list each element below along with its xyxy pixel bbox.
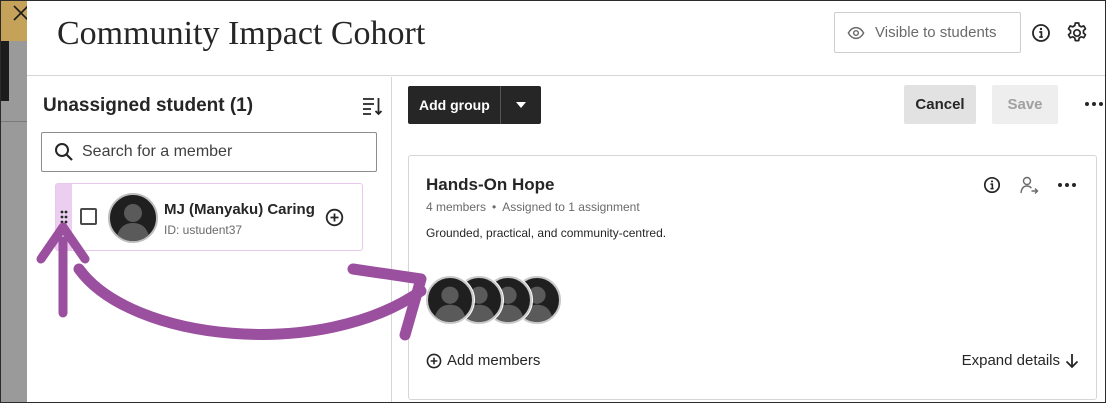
avatar: [426, 276, 474, 324]
member-search[interactable]: [41, 132, 377, 172]
settings-button[interactable]: [1065, 21, 1089, 45]
info-button[interactable]: [1029, 21, 1053, 45]
plus-circle-icon: [325, 208, 344, 227]
groups-column: Add group Cancel Save Hands-On Hope 4 me…: [393, 77, 1105, 402]
more-horizontal-icon: [1058, 183, 1076, 187]
expand-details-label: Expand details: [961, 352, 1060, 369]
panel-header: Community Impact Cohort Visible to stude…: [27, 1, 1105, 76]
background-app-strip: [1, 1, 27, 402]
add-members-button[interactable]: Add members: [426, 352, 540, 369]
add-group-split-button: Add group: [408, 86, 541, 124]
info-icon: [983, 176, 1001, 194]
group-card: Hands-On Hope 4 members • Assigned to 1 as…: [408, 155, 1097, 400]
cancel-button[interactable]: Cancel: [904, 85, 976, 124]
person-silhouette-icon: [433, 286, 467, 322]
eye-icon: [847, 26, 865, 39]
background-app-divider: [1, 121, 27, 122]
caret-down-icon: [515, 102, 526, 108]
group-more-options-button[interactable]: [1056, 174, 1078, 196]
save-button[interactable]: Save: [992, 85, 1058, 124]
meta-separator: •: [492, 200, 497, 214]
move-member-button[interactable]: [1018, 174, 1040, 196]
plus-circle-icon: [426, 353, 442, 368]
sort-icon: [363, 98, 383, 116]
group-name: Hands-On Hope: [426, 175, 555, 194]
unassigned-title: Unassigned student (1): [43, 95, 254, 116]
visibility-toggle-button[interactable]: Visible to students: [834, 12, 1021, 53]
arrow-down-icon: [1065, 353, 1079, 368]
group-description: Grounded, practical, and community-centr…: [426, 226, 667, 240]
group-assignment-count: Assigned to 1 assignment: [502, 200, 640, 214]
group-meta: 4 members • Assigned to 1 assignment: [426, 200, 640, 214]
add-members-label: Add members: [447, 352, 541, 369]
group-management-panel: Community Impact Cohort Visible to stude…: [27, 1, 1105, 402]
visibility-label: Visible to students: [875, 24, 997, 41]
background-app-block: [1, 41, 9, 101]
person-arrow-icon: [1020, 176, 1039, 194]
avatar: [108, 193, 158, 243]
more-options-button[interactable]: [1083, 97, 1105, 111]
member-name: MJ (Manyaku) Caring: [164, 201, 315, 218]
group-member-count: 4 members: [426, 200, 487, 214]
group-info-button[interactable]: [981, 174, 1003, 196]
add-group-button[interactable]: Add group: [408, 86, 501, 124]
search-input[interactable]: [82, 143, 362, 161]
drag-handle[interactable]: [56, 184, 72, 250]
member-card[interactable]: MJ (Manyaku) Caring ID: ustudent37: [55, 183, 363, 251]
member-checkbox[interactable]: [80, 208, 97, 225]
add-member-to-group-button[interactable]: [325, 208, 344, 227]
info-icon: [1032, 24, 1050, 42]
member-id: ID: ustudent37: [164, 223, 243, 237]
screenshot-frame: Community Impact Cohort Visible to stude…: [0, 0, 1106, 403]
unassigned-column: Unassigned student (1) Search for a memb…: [27, 77, 392, 402]
page-title: Community Impact Cohort: [57, 15, 426, 52]
group-avatar-stack: [426, 276, 576, 328]
person-silhouette-icon: [116, 204, 150, 241]
add-group-dropdown-button[interactable]: [501, 86, 541, 124]
drag-handle-icon: [60, 210, 68, 224]
search-icon: [55, 143, 73, 161]
sort-button[interactable]: [361, 95, 383, 117]
more-horizontal-icon: [1085, 102, 1103, 106]
expand-details-button[interactable]: Expand details: [962, 352, 1080, 369]
gear-icon: [1067, 22, 1087, 42]
